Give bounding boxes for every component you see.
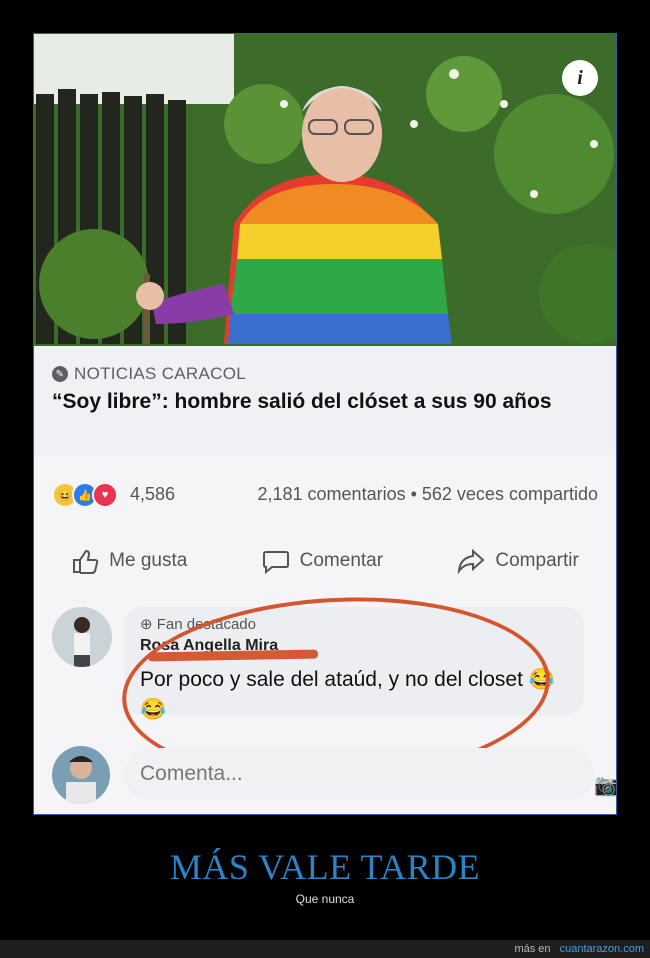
link-icon: ✎ (52, 366, 68, 382)
share-button[interactable]: Compartir (457, 539, 579, 583)
comment-button[interactable]: Comentar (262, 539, 383, 583)
comment-placeholder: Comenta... (140, 762, 243, 785)
like-label: Me gusta (109, 550, 188, 571)
post-actions: Me gusta Comentar Compartir (34, 539, 616, 583)
comment-label: Comentar (299, 550, 384, 571)
link-preview[interactable]: ✎ NOTICIAS CARACOL “Soy libre”: hombre s… (34, 346, 616, 456)
comment-input-row: Comenta... 📷 ☺ (34, 744, 616, 804)
emoji-icon[interactable]: ☺ (594, 774, 615, 798)
share-label: Compartir (495, 550, 579, 571)
speech-bubble-icon (262, 551, 289, 574)
screenshot-frame: i ✎ NOTICIAS CARACOL “Soy libre”: hombre… (33, 33, 617, 815)
footer-site-link[interactable]: cuantarazon.com (560, 943, 644, 955)
caption-subtitle: Que nunca (295, 892, 355, 906)
comments-shares-count[interactable]: 2,181 comentarios • 562 veces compartido (258, 484, 599, 505)
caption-title: MÁS VALE TARDE (169, 847, 481, 887)
footer-prefix: más en (514, 943, 551, 955)
post-photo[interactable]: i (34, 34, 616, 346)
source-label: ✎ NOTICIAS CARACOL (52, 364, 246, 384)
article-headline[interactable]: “Soy libre”: hombre salió del clóset a s… (52, 388, 592, 415)
thumbs-up-icon (73, 549, 99, 574)
avatar-illustration (74, 617, 90, 667)
user-avatar[interactable] (52, 746, 110, 804)
post-stats: 😆 👍 ♥ 4,586 2,181 comentarios • 562 vece… (34, 474, 616, 514)
share-arrow-icon (458, 548, 485, 574)
comment-input[interactable]: Comenta... 📷 ☺ (124, 748, 616, 800)
photo-illustration (34, 34, 616, 346)
badge-icon: ⊕ (140, 616, 153, 633)
avatar-illustration (66, 756, 96, 804)
info-icon[interactable]: i (562, 60, 598, 96)
site-footer: más en cuantarazon.com (0, 940, 650, 958)
source-name: NOTICIAS CARACOL (74, 364, 246, 383)
love-reaction-icon: ♥ (92, 482, 118, 508)
reaction-icons[interactable]: 😆 👍 ♥ (52, 482, 118, 508)
reaction-count[interactable]: 4,586 (130, 484, 175, 505)
like-button[interactable]: Me gusta (71, 539, 187, 583)
commenter-avatar[interactable] (52, 607, 112, 667)
